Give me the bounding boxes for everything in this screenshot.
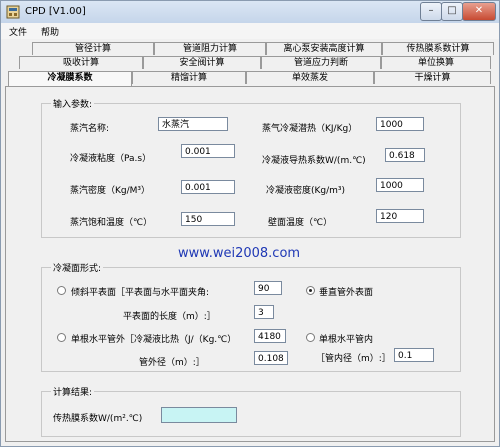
window-title: CPD [V1.00] — [25, 6, 86, 17]
wall-temp-label: 壁面温度（℃） — [268, 218, 333, 228]
input-params-title: 输入参数: — [51, 97, 95, 110]
radio-selected-dot — [309, 289, 312, 292]
single-tube-inner-radio[interactable] — [306, 333, 315, 342]
menu-help[interactable]: 帮助 — [41, 25, 59, 38]
tab-condensation-film[interactable]: 冷凝膜系数 — [8, 71, 132, 86]
viscosity-field[interactable]: 0.001 — [181, 144, 235, 158]
minimize-icon: – — [428, 5, 434, 16]
outer-diameter-label: 管外径（m）:］ — [139, 358, 205, 368]
specific-heat-field[interactable]: 4180 — [254, 329, 286, 343]
sat-temp-field[interactable]: 150 — [181, 212, 235, 226]
tab-pipe-stress[interactable]: 管道应力判断 — [261, 56, 381, 69]
single-tube-inner-label: 单根水平管内 — [319, 335, 374, 345]
inclined-length-field[interactable]: 3 — [254, 305, 274, 319]
single-tube-outer-label: 单根水平管外［冷凝液比热（J/（Kg.℃） — [71, 335, 237, 345]
vapor-density-field[interactable]: 0.001 — [181, 180, 235, 194]
sat-temp-label: 蒸汽饱和温度（℃） — [70, 218, 153, 228]
liquid-density-label: 冷凝液密度(Kg/m³) — [266, 186, 346, 196]
tab-absorption[interactable]: 吸收计算 — [19, 56, 143, 69]
tab-drying[interactable]: 干燥计算 — [374, 71, 491, 84]
outer-diameter-field[interactable]: 0.108 — [254, 351, 288, 365]
wall-temp-field[interactable]: 120 — [376, 209, 424, 223]
inclined-length-label: 平表面的长度（m）:］ — [123, 312, 216, 322]
watermark-url: www.wei2008.com — [178, 246, 301, 261]
inclined-surface-label: 倾斜平表面［平表面与水平面夹角: — [71, 288, 210, 298]
heat-coef-label: 传热膜系数W/(m².℃) — [53, 414, 143, 424]
menu-bar: 文件 帮助 — [1, 23, 499, 39]
inclined-surface-radio[interactable] — [57, 286, 66, 295]
vapor-name-field[interactable]: 水蒸汽 — [158, 117, 228, 131]
inner-diameter-field[interactable]: 0.1 — [394, 348, 434, 362]
conductivity-label: 冷凝液导热系数W/(m.℃) — [262, 156, 366, 166]
inclined-angle-field[interactable]: 90 — [254, 281, 282, 295]
tab-heat-film[interactable]: 传热膜系数计算 — [382, 42, 494, 55]
close-button[interactable]: ✕ — [462, 2, 496, 21]
inner-diameter-label: ［管内径（m）:］ — [316, 354, 391, 364]
single-tube-outer-radio[interactable] — [57, 333, 66, 342]
tab-safety-valve[interactable]: 安全阀计算 — [143, 56, 261, 69]
app-window: CPD [V1.00] – □ ✕ 文件 帮助 管径计算 管道阻力计算 离心泵安… — [0, 0, 500, 447]
vertical-tube-radio[interactable] — [306, 286, 315, 295]
vertical-tube-label: 垂直管外表面 — [319, 288, 374, 298]
results-title: 计算结果: — [51, 385, 95, 398]
viscosity-label: 冷凝液粘度（Pa.s） — [70, 154, 152, 164]
tab-unit-conversion[interactable]: 单位换算 — [381, 56, 491, 69]
vapor-density-label: 蒸汽密度（Kg/M³） — [70, 186, 151, 196]
heat-coef-result-field[interactable] — [161, 407, 237, 423]
maximize-button[interactable]: □ — [441, 2, 463, 21]
tab-single-effect[interactable]: 单效蒸发 — [246, 71, 374, 84]
tab-pump-height[interactable]: 离心泵安装高度计算 — [266, 42, 382, 55]
title-bar: CPD [V1.00] – □ ✕ — [1, 1, 499, 23]
latent-heat-field[interactable]: 1000 — [376, 117, 424, 131]
conductivity-field[interactable]: 0.618 — [385, 148, 425, 162]
liquid-density-field[interactable]: 1000 — [376, 178, 424, 192]
maximize-icon: □ — [447, 5, 457, 16]
tab-pipe-diameter[interactable]: 管径计算 — [32, 42, 154, 55]
tab-pipe-resistance[interactable]: 管道阻力计算 — [154, 42, 266, 55]
close-icon: ✕ — [474, 5, 484, 16]
vapor-name-label: 蒸汽名称: — [70, 124, 110, 134]
tab-distillation[interactable]: 精馏计算 — [132, 71, 246, 84]
app-icon — [6, 5, 20, 19]
menu-file[interactable]: 文件 — [9, 25, 27, 38]
latent-heat-label: 蒸气冷凝潜热（KJ/Kg） — [262, 124, 358, 134]
minimize-button[interactable]: – — [420, 2, 442, 21]
surface-form-title: 冷凝面形式: — [51, 261, 104, 274]
